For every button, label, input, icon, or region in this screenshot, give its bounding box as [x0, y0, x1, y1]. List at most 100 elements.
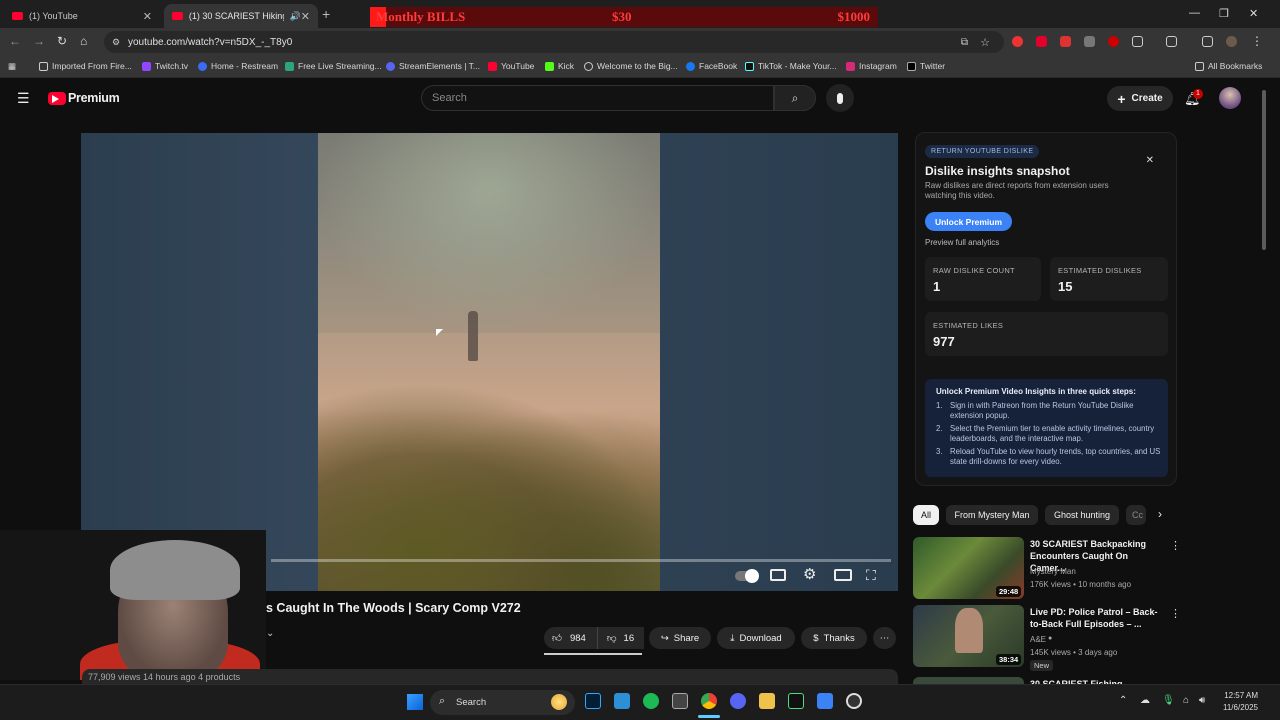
menu-kebab-icon[interactable]: ⋮ — [1251, 34, 1263, 48]
search-button[interactable]: ⌕ — [774, 85, 816, 111]
rec-channel[interactable]: Mystery Man — [1030, 567, 1076, 576]
chip-from-mystery-man[interactable]: From Mystery Man — [946, 505, 1038, 525]
bookmark-imported[interactable]: Imported From Fire... — [39, 61, 132, 71]
captions-icon[interactable] — [770, 569, 786, 581]
app-window-icon[interactable] — [672, 693, 688, 709]
install-icon[interactable]: ⧉ — [961, 37, 968, 48]
site-info-icon[interactable]: ⚙ — [112, 37, 120, 48]
apps-grid-icon[interactable]: ▦ — [8, 61, 16, 72]
downloads-icon[interactable] — [1202, 36, 1213, 47]
menu-hamburger-icon[interactable]: ☰ — [17, 90, 30, 107]
search-input[interactable]: Search — [421, 85, 774, 111]
rec-title[interactable]: 30 SCARIEST Fishing — [1030, 677, 1165, 684]
extension-icon[interactable] — [1060, 36, 1071, 47]
extension-icon[interactable] — [1012, 36, 1023, 47]
maximize-icon[interactable]: ❐ — [1219, 7, 1229, 20]
unlock-premium-button[interactable]: Unlock Premium — [925, 212, 1012, 231]
estimated-dislikes-card: ESTIMATED DISLIKES 15 — [1050, 257, 1168, 301]
voice-search-button[interactable] — [826, 84, 854, 112]
rec-title[interactable]: Live PD: Police Patrol – Back-to-Back Fu… — [1030, 606, 1165, 630]
more-vertical-icon[interactable]: ⋮ — [1170, 539, 1181, 552]
share-button[interactable]: ↪ Share — [649, 627, 711, 649]
bookmark-tiktok[interactable]: TikTok - Make Your... — [745, 61, 837, 71]
bookmark-streamelements[interactable]: StreamElements | T... — [386, 61, 480, 71]
tab-active-video[interactable]: (1) 30 SCARIEST Hiking Enc 🔊 ✕ — [164, 4, 318, 28]
verified-icon: ● — [1048, 635, 1053, 642]
windows-start-icon[interactable] — [407, 694, 423, 710]
bookmark-youtube[interactable]: YouTube — [488, 61, 534, 71]
extension-icon[interactable] — [1108, 36, 1119, 47]
tray-app-icon[interactable]: ☁ — [1140, 695, 1150, 706]
photos-icon[interactable] — [614, 693, 630, 709]
dislike-button[interactable]: 👎︎ 16 — [597, 627, 643, 649]
create-button[interactable]: + Create — [1107, 86, 1173, 111]
fullscreen-icon[interactable]: ⛶ — [866, 567, 876, 584]
home-icon[interactable]: ⌂ — [80, 34, 87, 48]
bookmark-facebook[interactable]: FaceBook — [686, 61, 737, 71]
rec-thumbnail[interactable] — [913, 677, 1024, 684]
file-explorer-icon[interactable] — [759, 693, 775, 709]
window-close-icon[interactable]: ✕ — [1249, 7, 1258, 20]
description-box[interactable]: 77,909 views 14 hours ago 4 products — [82, 669, 898, 684]
discord-icon[interactable] — [730, 693, 746, 709]
chrome-icon[interactable] — [701, 693, 717, 709]
network-icon[interactable]: ⌂ — [1183, 695, 1189, 706]
chevron-up-icon[interactable]: ⌃ — [1119, 695, 1127, 706]
bookmark-restream[interactable]: Home - Restream — [198, 61, 278, 71]
back-icon[interactable]: ← — [9, 34, 21, 48]
bookmark-twitch[interactable]: Twitch.tv — [142, 61, 188, 71]
extensions-puzzle-icon[interactable] — [1132, 36, 1143, 47]
stat-label: ESTIMATED DISLIKES — [1058, 266, 1142, 275]
bookmark-instagram[interactable]: Instagram — [846, 61, 897, 71]
extension-icon[interactable] — [1036, 36, 1047, 47]
settings-gear-icon[interactable]: ⚙ — [803, 565, 816, 583]
speaker-icon[interactable]: 🔊 — [290, 11, 301, 22]
reload-icon[interactable]: ↻ — [57, 34, 67, 48]
thanks-button[interactable]: $ Thanks — [801, 627, 867, 649]
forward-icon[interactable]: → — [33, 34, 45, 48]
new-tab-icon[interactable]: + — [322, 6, 330, 22]
chevron-right-icon[interactable]: › — [1158, 507, 1162, 521]
youtube-logo-text[interactable]: Premium — [68, 91, 120, 105]
account-avatar[interactable] — [1219, 87, 1241, 109]
bookmark-free-live[interactable]: Free Live Streaming... — [285, 61, 382, 71]
more-vertical-icon[interactable]: ⋮ — [1170, 607, 1181, 620]
bookmark-kick[interactable]: Kick — [545, 61, 574, 71]
download-button[interactable]: ⤓ Download — [717, 627, 795, 649]
terminal-icon[interactable] — [788, 693, 804, 709]
spotify-icon[interactable] — [643, 693, 659, 709]
bookmark-twitter[interactable]: Twitter — [907, 61, 945, 71]
minimize-icon[interactable]: — — [1189, 7, 1200, 19]
microphone-tray-icon[interactable]: 🎙︎ — [1162, 695, 1175, 706]
sidepanel-icon[interactable] — [1166, 36, 1177, 47]
all-bookmarks[interactable]: All Bookmarks — [1195, 61, 1262, 71]
url-bar[interactable]: ⚙ youtube.com/watch?v=n5DX_-_T8y0 ⧉ ☆ — [104, 31, 1004, 53]
close-tab-icon[interactable]: ✕ — [143, 10, 152, 23]
more-actions-button[interactable]: ⋯ — [873, 627, 896, 649]
close-tab-icon[interactable]: ✕ — [301, 10, 310, 23]
bookmark-welcome[interactable]: Welcome to the Big... — [584, 61, 678, 71]
notepad-icon[interactable] — [817, 693, 833, 709]
tab-youtube[interactable]: (1) YouTube ✕ — [4, 4, 160, 28]
progress-bar[interactable] — [271, 559, 891, 562]
taskbar-search[interactable]: ⌕ Search — [430, 690, 575, 715]
settings-gear-icon[interactable] — [846, 693, 862, 709]
bookmark-label: TikTok - Make Your... — [758, 61, 837, 71]
chip-all[interactable]: All — [913, 505, 939, 525]
extension-icon[interactable] — [1084, 36, 1095, 47]
step-text: Reload YouTube to view hourly trends, to… — [950, 447, 1161, 466]
volume-icon[interactable]: 🔊︎ — [1199, 695, 1205, 706]
bookmark-star-icon[interactable]: ☆ — [980, 36, 990, 49]
rec-channel[interactable]: A&E — [1030, 635, 1046, 644]
theater-mode-icon[interactable] — [834, 569, 852, 581]
taskbar-clock[interactable]: 12:57 AM 11/6/2025 — [1220, 690, 1258, 714]
panel-close-icon[interactable]: ✕ — [1146, 155, 1154, 166]
profile-avatar[interactable] — [1226, 36, 1237, 47]
page-scrollbar[interactable] — [1262, 90, 1266, 250]
chevron-down-icon[interactable]: ⌄ — [266, 628, 274, 639]
video-meta: 77,909 views 14 hours ago 4 products — [88, 672, 241, 682]
photoshop-icon[interactable] — [585, 693, 601, 709]
chip-ghost-hunting[interactable]: Ghost hunting — [1045, 505, 1119, 525]
chip-partial[interactable]: Cc — [1126, 505, 1146, 525]
video-player[interactable]: ⚙ ⛶ — [81, 133, 898, 591]
